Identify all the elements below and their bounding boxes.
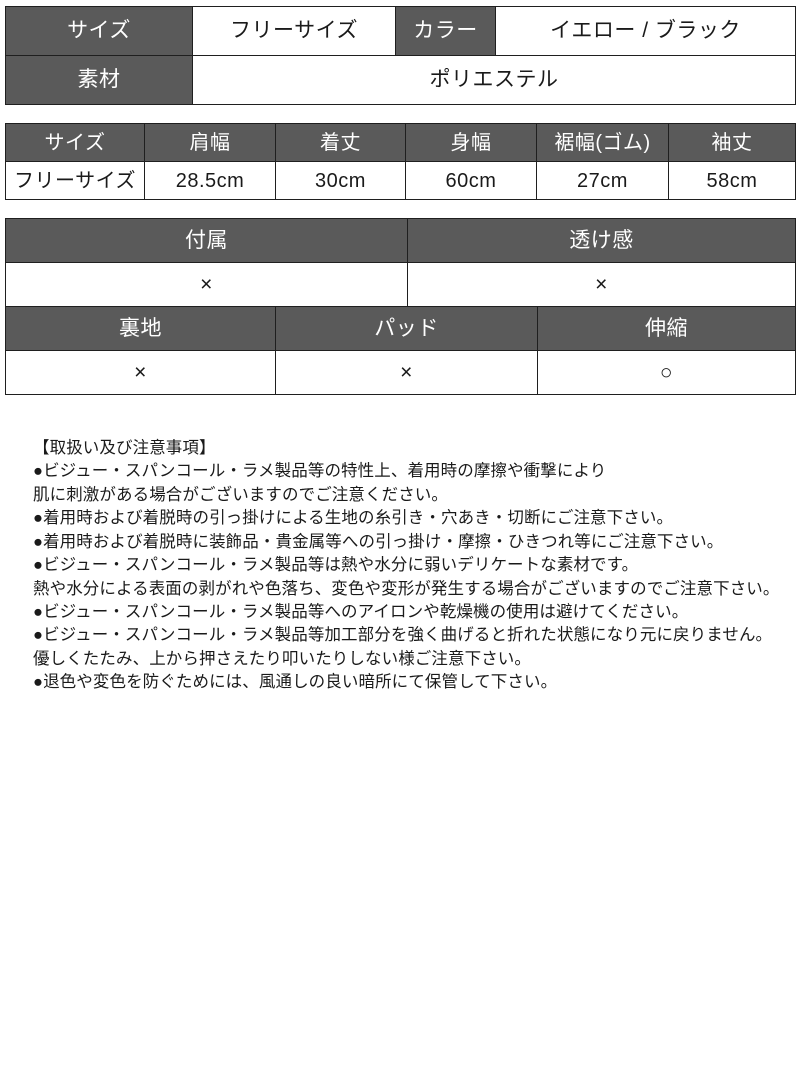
measure-value-size: フリーサイズ — [5, 161, 145, 200]
notes-line: 優しくたたみ、上から押さえたり叩いたりしない様ご注意下さい。 — [33, 649, 531, 668]
value-size: フリーサイズ — [192, 6, 396, 56]
label-color: カラー — [395, 6, 496, 56]
basic-spec-table: サイズ フリーサイズ カラー イエロー / ブラック 素材 ポリエステル — [5, 6, 796, 105]
label-size: サイズ — [5, 6, 193, 56]
measure-header-hem: 裾幅(ゴム) — [536, 123, 669, 162]
table-row: 素材 ポリエステル — [5, 55, 796, 105]
value-material: ポリエステル — [192, 55, 796, 105]
notes-line: 肌に刺激がある場合がございますのでご注意ください。 — [33, 485, 448, 504]
table-header-row: 付属 透け感 — [5, 218, 796, 263]
feature-value-stretch: ○ — [537, 350, 796, 395]
feature-header-sheerness: 透け感 — [407, 218, 796, 263]
feature-value-sheerness: × — [407, 262, 796, 307]
measure-value-bust: 60cm — [405, 161, 537, 200]
product-spec-page: サイズ フリーサイズ カラー イエロー / ブラック 素材 ポリエステル サイズ… — [0, 0, 800, 1067]
measure-header-shoulder: 肩幅 — [144, 123, 276, 162]
notes-line: ●ビジュー・スパンコール・ラメ製品等の特性上、着用時の摩擦や衝撃により — [33, 462, 607, 481]
feature-header-stretch: 伸縮 — [537, 306, 796, 351]
table-row: サイズ フリーサイズ カラー イエロー / ブラック — [5, 6, 796, 56]
measure-header-length: 着丈 — [275, 123, 406, 162]
notes-line: ●着用時および着脱時に装飾品・貴金属等への引っ掛け・摩擦・ひきつれ等にご注意下さ… — [33, 532, 724, 551]
notes-line: 熱や水分による表面の剥がれや色落ち、変色や変形が発生する場合がございますのでご注… — [33, 579, 780, 598]
measurement-table: サイズ 肩幅 着丈 身幅 裾幅(ゴム) 袖丈 フリーサイズ 28.5cm 30c… — [5, 123, 796, 200]
measure-header-sleeve: 袖丈 — [668, 123, 796, 162]
features-table: 付属 透け感 × × 裏地 パッド 伸縮 × × ○ — [5, 218, 796, 395]
notes-line: ●ビジュー・スパンコール・ラメ製品等加工部分を強く曲げると折れた状態になり元に戻… — [33, 626, 773, 645]
notes-line: ●退色や変色を防ぐためには、風通しの良い暗所にて保管して下さい。 — [33, 673, 558, 692]
table-row: × × — [5, 262, 796, 307]
notes-line: ●ビジュー・スパンコール・ラメ製品等へのアイロンや乾燥機の使用は避けてください。 — [33, 602, 689, 621]
feature-value-pad: × — [275, 350, 538, 395]
table-row: フリーサイズ 28.5cm 30cm 60cm 27cm 58cm — [5, 161, 796, 200]
feature-header-pad: パッド — [275, 306, 538, 351]
feature-header-lining: 裏地 — [5, 306, 276, 351]
measure-value-hem: 27cm — [536, 161, 669, 200]
label-material: 素材 — [5, 55, 193, 105]
measure-value-sleeve: 58cm — [668, 161, 796, 200]
measure-value-shoulder: 28.5cm — [144, 161, 276, 200]
table-header-row: 裏地 パッド 伸縮 — [5, 306, 796, 351]
measure-header-size: サイズ — [5, 123, 145, 162]
notes-line: ●ビジュー・スパンコール・ラメ製品等は熱や水分に弱いデリケートな素材です。 — [33, 556, 639, 575]
notes-title: 【取扱い及び注意事項】 — [33, 439, 216, 457]
measure-value-length: 30cm — [275, 161, 406, 200]
measure-header-bust: 身幅 — [405, 123, 537, 162]
feature-header-accessory: 付属 — [5, 218, 408, 263]
care-instructions: 【取扱い及び注意事項】 ●ビジュー・スパンコール・ラメ製品等の特性上、着用時の摩… — [5, 437, 795, 695]
feature-value-lining: × — [5, 350, 276, 395]
table-header-row: サイズ 肩幅 着丈 身幅 裾幅(ゴム) 袖丈 — [5, 123, 796, 162]
table-row: × × ○ — [5, 350, 796, 395]
value-color: イエロー / ブラック — [495, 6, 796, 56]
notes-line: ●着用時および着脱時の引っ掛けによる生地の糸引き・穴あき・切断にご注意下さい。 — [33, 509, 674, 528]
feature-value-accessory: × — [5, 262, 408, 307]
